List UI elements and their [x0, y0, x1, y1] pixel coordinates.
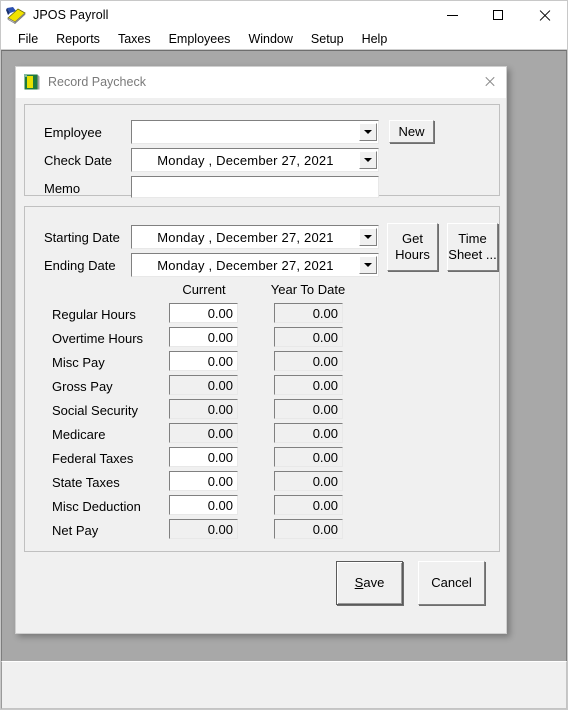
- window-titlebar: JPOS Payroll: [1, 1, 567, 29]
- column-header-year-to-date: Year To Date: [270, 282, 346, 297]
- row-label-state-taxes: State Taxes: [52, 475, 120, 490]
- row-label-regular-hours: Regular Hours: [52, 307, 136, 322]
- menu-item-file[interactable]: File: [9, 31, 47, 48]
- maximize-icon: [493, 10, 503, 20]
- current-input-gross-pay: [169, 375, 238, 395]
- menu-item-employees[interactable]: Employees: [160, 31, 240, 48]
- ending-date-dropdown-button[interactable]: [359, 256, 377, 274]
- row-label-overtime-hours: Overtime Hours: [52, 331, 144, 346]
- current-input-social-security: [169, 399, 238, 419]
- starting-date-value: Monday , December 27, 2021: [157, 229, 334, 245]
- menu-item-taxes[interactable]: Taxes: [109, 31, 160, 48]
- check-date-value: Monday , December 27, 2021: [157, 152, 334, 168]
- current-input-federal-taxes[interactable]: [169, 447, 238, 467]
- current-input-overtime-hours[interactable]: [169, 327, 238, 347]
- close-icon: [484, 76, 495, 87]
- jpos-document-icon: [24, 74, 40, 90]
- ytd-value-medicare: [274, 423, 343, 443]
- check-date-dropdown-button[interactable]: [359, 151, 377, 169]
- memo-label: Memo: [44, 181, 81, 196]
- get-hours-button-line1: Get: [402, 231, 423, 246]
- ending-date-picker[interactable]: Monday , December 27, 2021: [131, 253, 379, 277]
- save-button[interactable]: Save: [336, 561, 403, 605]
- window-title: JPOS Payroll: [33, 8, 109, 22]
- ending-date-label: Ending Date: [44, 258, 116, 273]
- row-label-social-security: Social Security: [52, 403, 138, 418]
- record-paycheck-dialog: Record Paycheck Employee New Check Date: [15, 66, 507, 634]
- ending-date-value: Monday , December 27, 2021: [157, 257, 334, 273]
- row-label-misc-pay: Misc Pay: [52, 355, 105, 370]
- ytd-value-misc-deduction: [274, 495, 343, 515]
- ytd-value-misc-pay: [274, 351, 343, 371]
- minimize-button[interactable]: [429, 1, 475, 29]
- mdi-client-area: Record Paycheck Employee New Check Date: [1, 50, 567, 661]
- starting-date-label: Starting Date: [44, 230, 120, 245]
- row-label-net-pay: Net Pay: [52, 523, 99, 538]
- ytd-value-regular-hours: [274, 303, 343, 323]
- get-hours-button-line2: Hours: [395, 247, 430, 262]
- dialog-body: Employee New Check Date Monday , Decembe…: [16, 98, 506, 633]
- employee-label: Employee: [44, 125, 102, 140]
- current-input-state-taxes[interactable]: [169, 471, 238, 491]
- menu-item-reports[interactable]: Reports: [47, 31, 109, 48]
- row-label-medicare: Medicare: [52, 427, 106, 442]
- time-sheet-button[interactable]: Time Sheet ...: [447, 223, 498, 271]
- dialog-close-button[interactable]: [474, 68, 504, 94]
- chevron-down-icon: [364, 263, 372, 267]
- dialog-title: Record Paycheck: [48, 75, 146, 89]
- get-hours-button[interactable]: Get Hours: [387, 223, 438, 271]
- payroll-app-icon: [6, 6, 28, 25]
- chevron-down-icon: [364, 158, 372, 162]
- ytd-value-federal-taxes: [274, 447, 343, 467]
- current-input-misc-deduction[interactable]: [169, 495, 238, 515]
- save-button-rest: ave: [363, 575, 385, 590]
- row-label-federal-taxes: Federal Taxes: [52, 451, 134, 466]
- menu-item-window[interactable]: Window: [239, 31, 301, 48]
- column-header-current: Current: [182, 282, 226, 297]
- chevron-down-icon: [364, 130, 372, 134]
- starting-date-picker[interactable]: Monday , December 27, 2021: [131, 225, 379, 249]
- application-window: JPOS Payroll File Reports Taxes Employee…: [0, 0, 568, 710]
- check-date-label: Check Date: [44, 153, 112, 168]
- row-label-misc-deduction: Misc Deduction: [52, 499, 141, 514]
- ytd-value-net-pay: [274, 519, 343, 539]
- current-input-regular-hours[interactable]: [169, 303, 238, 323]
- check-date-picker[interactable]: Monday , December 27, 2021: [131, 148, 379, 172]
- time-sheet-button-line1: Time: [458, 231, 487, 246]
- ytd-value-gross-pay: [274, 375, 343, 395]
- current-input-misc-pay[interactable]: [169, 351, 238, 371]
- chevron-down-icon: [364, 235, 372, 239]
- ytd-value-social-security: [274, 399, 343, 419]
- window-controls: [429, 1, 567, 29]
- starting-date-dropdown-button[interactable]: [359, 228, 377, 246]
- current-input-net-pay: [169, 519, 238, 539]
- current-input-medicare: [169, 423, 238, 443]
- cancel-button[interactable]: Cancel: [418, 561, 485, 605]
- maximize-button[interactable]: [475, 1, 521, 29]
- memo-input[interactable]: [131, 176, 379, 198]
- ytd-value-overtime-hours: [274, 327, 343, 347]
- minimize-icon: [446, 14, 458, 16]
- new-employee-button[interactable]: New: [389, 120, 434, 143]
- close-button[interactable]: [521, 1, 567, 29]
- menubar: File Reports Taxes Employees Window Setu…: [1, 29, 567, 50]
- close-icon: [538, 9, 551, 22]
- status-bar: [1, 661, 567, 709]
- dialog-titlebar[interactable]: Record Paycheck: [16, 67, 506, 98]
- time-sheet-button-line2: Sheet ...: [448, 247, 497, 262]
- employee-combo[interactable]: [131, 120, 379, 144]
- employee-dropdown-button[interactable]: [359, 123, 377, 141]
- row-label-gross-pay: Gross Pay: [52, 379, 113, 394]
- menu-item-setup[interactable]: Setup: [302, 31, 353, 48]
- menu-item-help[interactable]: Help: [353, 31, 397, 48]
- ytd-value-state-taxes: [274, 471, 343, 491]
